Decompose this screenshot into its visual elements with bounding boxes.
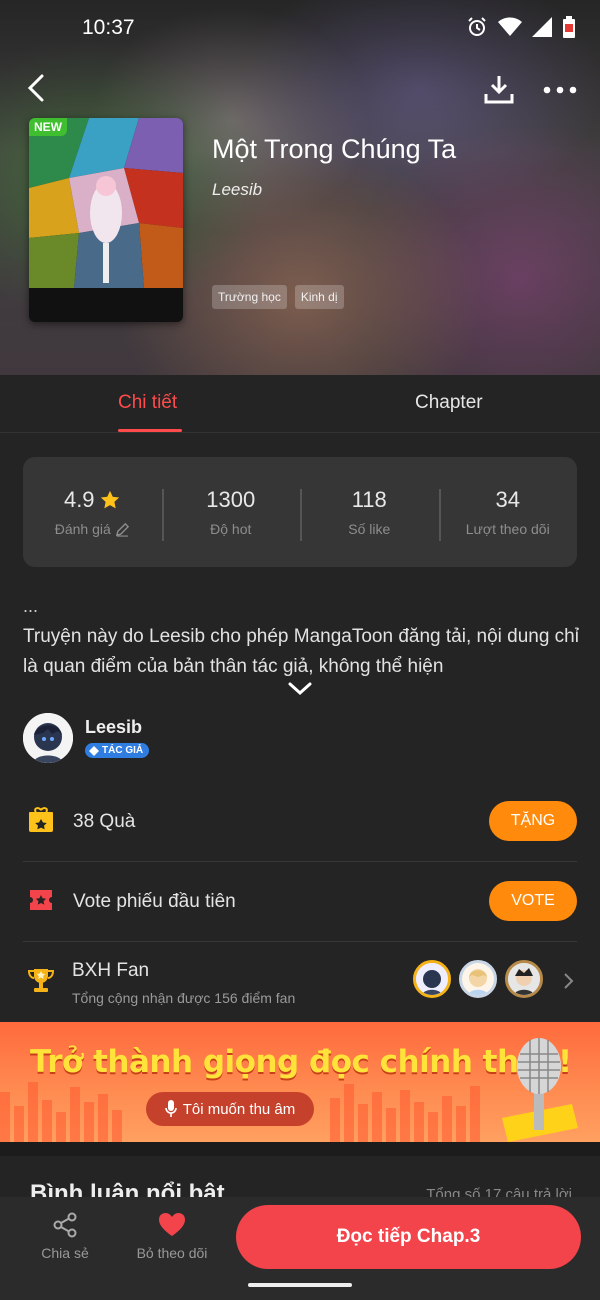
author-badge-icon: [89, 745, 99, 756]
unfollow-button[interactable]: Bỏ theo dõi: [132, 1211, 212, 1261]
active-tab-indicator: [118, 429, 182, 432]
vote-button[interactable]: VOTE: [489, 881, 577, 921]
gift-row: 38 Quà TẶNG: [23, 782, 577, 862]
cover-image: NEW: [29, 118, 183, 322]
banner-title: Trở thành giọng đọc chính thức!: [30, 1044, 572, 1080]
author-badge: TÁC GIẢ: [85, 743, 150, 758]
bottom-action-bar: Chia sẻ Bỏ theo dõi Đọc tiếp Chap.3: [0, 1197, 600, 1300]
author-row[interactable]: Leesib TÁC GIẢ: [23, 713, 583, 765]
download-icon: [484, 76, 514, 104]
wifi-icon: [498, 17, 522, 42]
gesture-nav-handle: [248, 1283, 352, 1287]
top-fan-avatar: [459, 960, 497, 998]
new-badge: NEW: [29, 118, 67, 136]
author-name: Leesib: [85, 717, 143, 737]
hero-header: 10:37 NEW Một Trong Chúng Ta Leesib Trườ…: [0, 0, 600, 375]
tab-bar: Chi tiết Chapter: [0, 375, 600, 433]
gift-icon: [29, 807, 53, 832]
share-label: Chia sẻ: [41, 1245, 89, 1261]
back-button[interactable]: [18, 70, 54, 106]
stat-hot: 1300 Độ hot: [161, 487, 301, 541]
tab-details[interactable]: Chi tiết: [118, 392, 177, 414]
vote-row: Vote phiếu đầu tiên VOTE: [23, 862, 577, 942]
chevron-right-icon: [564, 973, 574, 989]
alarm-icon: [466, 16, 488, 43]
section-divider: [0, 1142, 600, 1156]
comic-title: Một Trong Chúng Ta: [212, 134, 457, 164]
status-time: 10:37: [82, 16, 135, 39]
genre-tags: Trường học Kinh dị: [212, 285, 344, 309]
expand-description-button[interactable]: [287, 681, 313, 697]
download-button[interactable]: [482, 72, 518, 108]
heart-icon: [159, 1213, 185, 1236]
share-button[interactable]: Chia sẻ: [36, 1211, 94, 1261]
trophy-icon: [27, 969, 55, 992]
ticket-icon: [30, 890, 52, 910]
top-fan-avatar: [413, 960, 451, 998]
record-voice-label: Tôi muốn thu âm: [182, 1100, 296, 1118]
rating-value: 4.9: [63, 487, 95, 512]
followers-label: Lượt theo dõi: [465, 521, 550, 537]
author-badge-label: TÁC GIẢ: [102, 745, 144, 756]
description-ellipsis: ...: [23, 596, 39, 616]
followers-value: 34: [495, 487, 520, 512]
fan-rank-subtitle: Tổng cộng nhận được 156 điểm fan: [72, 990, 296, 1006]
gift-count: 38 Quà: [73, 811, 136, 832]
star-icon: [100, 490, 119, 509]
rating-label: Đánh giá: [54, 521, 111, 537]
tag-school[interactable]: Trường học: [212, 285, 287, 309]
more-dots-icon: [543, 86, 577, 94]
cover-artwork: [29, 118, 183, 288]
status-bar: 10:37: [0, 0, 600, 56]
tab-chapter[interactable]: Chapter: [415, 392, 483, 414]
chevron-left-icon: [27, 74, 44, 102]
stat-likes: 118 Số like: [300, 487, 439, 541]
fan-rank-title: BXH Fan: [72, 960, 150, 981]
top-fan-avatar: [505, 960, 543, 998]
hot-label: Độ hot: [210, 521, 252, 537]
gift-button[interactable]: TẶNG: [489, 801, 577, 841]
battery-icon: [562, 16, 576, 43]
top-fan-avatars: [413, 960, 543, 998]
voice-actor-banner[interactable]: Trở thành giọng đọc chính thức! Tôi muốn…: [0, 1022, 600, 1142]
stat-followers: 34 Lượt theo dõi: [438, 487, 578, 541]
more-options-button[interactable]: [540, 74, 580, 106]
fan-rank-row[interactable]: BXH Fan Tổng cộng nhận được 156 điểm fan: [23, 942, 577, 1022]
tag-horror[interactable]: Kinh dị: [294, 285, 344, 309]
signal-icon: [532, 17, 552, 42]
chevron-down-icon: [288, 682, 312, 696]
unfollow-label: Bỏ theo dõi: [136, 1245, 208, 1261]
microphone-icon: [164, 1100, 177, 1117]
stat-rating[interactable]: 4.9 Đánh giá: [23, 487, 162, 537]
author-avatar[interactable]: [23, 713, 73, 763]
hot-value: 1300: [206, 487, 256, 512]
microphone-illustration-icon: [502, 1038, 578, 1142]
share-icon: [53, 1212, 77, 1238]
comic-author[interactable]: Leesib: [212, 180, 262, 200]
vote-label: Vote phiếu đầu tiên: [73, 891, 236, 912]
record-voice-button[interactable]: Tôi muốn thu âm: [146, 1092, 314, 1126]
stats-card: 4.9 Đánh giá 1300 Độ hot 118 Số like 34 …: [23, 457, 577, 567]
likes-value: 118: [351, 487, 387, 512]
continue-reading-button[interactable]: Đọc tiếp Chap.3: [236, 1205, 581, 1269]
description-text: Truyện này do Leesib cho phép MangaToon …: [23, 626, 579, 677]
likes-label: Số like: [348, 521, 391, 537]
edit-pencil-icon: [115, 522, 129, 537]
